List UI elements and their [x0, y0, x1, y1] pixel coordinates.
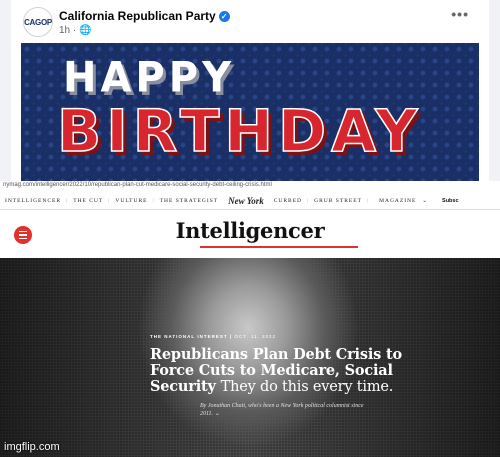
byline-text: By Jonathan Chait, who's been a New York… — [200, 403, 364, 417]
logo-underline — [200, 246, 358, 248]
site-nav: INTELLIGENCER | THE CUT | VULTURE | THE … — [0, 193, 500, 210]
article-headline: Republicans Plan Debt Crisis to Force Cu… — [150, 347, 410, 396]
nav-item-curbed[interactable]: CURBED — [269, 198, 307, 204]
new-york-logo[interactable]: New York — [223, 196, 269, 206]
article-text-block: THE NATIONAL INTEREST | OCT. 11, 2022 Re… — [150, 334, 410, 418]
article-byline: By Jonathan Chait, who's been a New York… — [200, 402, 365, 418]
facebook-post-inner: CAGOP California Republican Party ✓ 1h · … — [11, 0, 489, 181]
intelligencer-logo[interactable]: Intelligencer — [0, 218, 500, 243]
facebook-post: CAGOP California Republican Party ✓ 1h · … — [0, 0, 500, 181]
url-bar[interactable]: nymag.com/intelligencer/2022/10/republic… — [0, 181, 500, 190]
post-meta: 1h · 🌐 — [59, 25, 92, 36]
nav-item-magazine[interactable]: MAGAZINE ⌄ — [369, 198, 437, 204]
chevron-down-icon: ⌄ — [422, 198, 428, 204]
page-name[interactable]: California Republican Party ✓ — [59, 9, 230, 23]
page-name-text[interactable]: California Republican Party — [59, 9, 216, 23]
intelligencer-header: Intelligencer — [0, 212, 500, 256]
verified-badge-icon: ✓ — [218, 11, 230, 22]
more-options-icon[interactable]: ••• — [451, 6, 469, 22]
banner-happy-text: HAPPY — [63, 53, 236, 103]
globe-icon: 🌐 — [79, 25, 92, 36]
banner-birthday-text: BIRTHDAY — [56, 96, 423, 166]
chevron-down-icon[interactable]: ⌄ — [215, 411, 220, 417]
nav-item-intelligencer[interactable]: INTELLIGENCER — [0, 198, 66, 204]
nav-item-the-strategist[interactable]: THE STRATEGIST — [155, 198, 223, 204]
imgflip-watermark: imgflip.com — [4, 441, 60, 453]
subscribe-link[interactable]: Subsc — [437, 198, 464, 204]
birthday-banner-image[interactable]: HAPPY BIRTHDAY — [21, 43, 479, 181]
article-kicker: THE NATIONAL INTEREST | OCT. 11, 2022 — [150, 334, 410, 339]
post-time[interactable]: 1h — [59, 25, 70, 36]
avatar-logo-text: CAGOP — [24, 17, 52, 27]
article-hero: THE NATIONAL INTEREST | OCT. 11, 2022 Re… — [0, 258, 500, 457]
nav-item-vulture[interactable]: VULTURE — [110, 198, 152, 204]
headline-dek: They do this every time. — [220, 379, 394, 395]
nav-item-grub-street[interactable]: GRUB STREET — [309, 198, 367, 204]
article-date: OCT. 11, 2022 — [234, 334, 277, 339]
nav-item-magazine-label: MAGAZINE — [379, 198, 417, 204]
nav-item-the-cut[interactable]: THE CUT — [68, 198, 108, 204]
article-section[interactable]: THE NATIONAL INTEREST — [150, 334, 228, 339]
page-avatar[interactable]: CAGOP — [23, 7, 53, 37]
